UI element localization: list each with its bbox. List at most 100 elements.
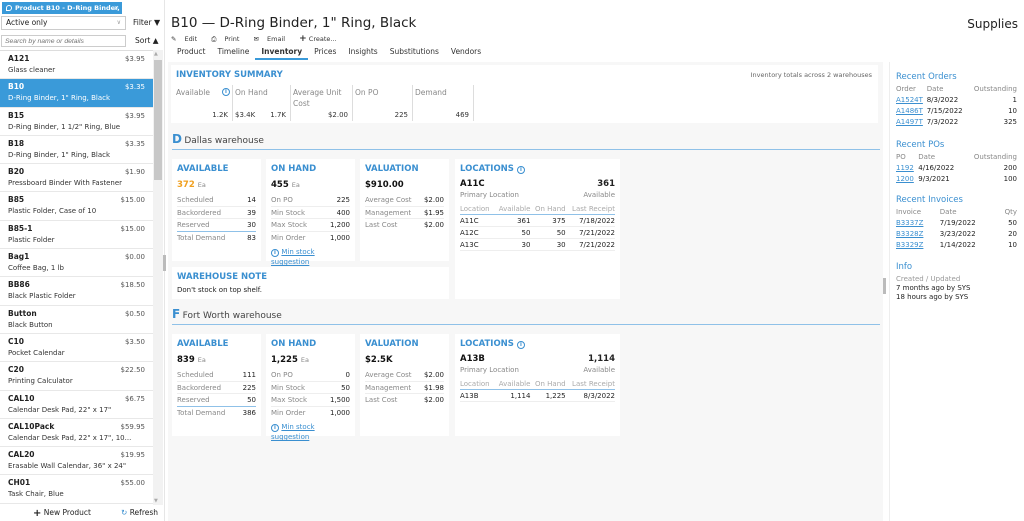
tab-insights[interactable]: Insights	[342, 46, 383, 60]
link-cell: A1497T	[896, 116, 927, 127]
breakdown-value: 50	[247, 396, 256, 404]
product-list-item[interactable]: CAL10Pack $59.95 Calendar Desk Pad, 22" x …	[0, 419, 153, 448]
order-link[interactable]: A1497T	[896, 118, 923, 126]
breakdown-label: Min Order	[271, 408, 306, 417]
product-list-item[interactable]: C10 $3.50 Pocket Calendar	[0, 334, 153, 363]
product-description: Calendar Desk Pad, 22" x 17", 10...	[8, 433, 132, 442]
breakdown-label: Total Demand	[177, 408, 226, 417]
location-row[interactable]: A13C 30 30 7/21/2022	[460, 238, 615, 251]
product-list-item[interactable]: B15 $3.95 D-Ring Binder, 1 1/2" Ring, Blue	[0, 108, 153, 136]
column-header: Outstanding	[973, 85, 1017, 93]
link-cell: A1486T	[896, 105, 927, 116]
product-list-item[interactable]: CH01 $55.00 Task Chair, Blue	[0, 475, 153, 504]
summary-on-hand: On Hand $3.4K 1.7K	[233, 85, 291, 121]
product-list-item[interactable]: Button $0.50 Black Button	[0, 306, 153, 334]
product-tab[interactable]: Product B10 - D-Ring Binder, ... ✕	[2, 2, 122, 14]
invoice-link[interactable]: B3328Z	[896, 230, 923, 238]
table-header-row: PO Date Outstanding	[896, 152, 1017, 162]
product-list-item[interactable]: Bag1 $0.00 Coffee Bag, 1 lb	[0, 249, 153, 278]
new-product-button[interactable]: + New Product	[33, 508, 91, 519]
refresh-button[interactable]: ↻ Refresh	[121, 508, 158, 517]
tab-prices[interactable]: Prices	[308, 46, 342, 60]
info-icon[interactable]: i	[516, 341, 525, 349]
printer-icon: ⎙	[211, 35, 217, 43]
product-list-scrollbar[interactable]: ▲ ▼	[153, 50, 163, 505]
info-icon[interactable]: i	[516, 166, 525, 174]
email-button[interactable]: ✉ Email	[254, 35, 292, 43]
product-list-item[interactable]: C20 $22.50 Printing Calculator	[0, 362, 153, 391]
invoice-link[interactable]: B3329Z	[896, 241, 923, 249]
breakdown-row: Min Stock 400	[271, 207, 350, 219]
search-input[interactable]	[1, 35, 126, 47]
location-cell: A11C	[460, 214, 495, 227]
tab-substitutions[interactable]: Substitutions	[384, 46, 445, 60]
filter-button[interactable]: Filter ▼	[133, 18, 160, 27]
tag-icon	[6, 5, 12, 11]
product-list-item[interactable]: BB86 $18.50 Black Plastic Folder	[0, 277, 153, 306]
info-section: Info Created / Updated 7 months ago by S…	[896, 262, 1017, 301]
breakdown-label: Max Stock	[271, 396, 308, 404]
edit-button[interactable]: ✎ Edit	[171, 35, 203, 43]
product-price: $59.95	[120, 422, 146, 431]
po-link[interactable]: 1200	[896, 175, 914, 183]
breakdown-value: $1.98	[423, 383, 444, 392]
invoice-link[interactable]: B3337Z	[896, 219, 923, 227]
value-cell: 325	[1003, 117, 1017, 126]
product-description: Task Chair, Blue	[8, 490, 64, 499]
order-link[interactable]: A1524T	[896, 96, 923, 104]
product-list-item[interactable]: B10 $3.35 D-Ring Binder, 1" Ring, Black	[0, 79, 153, 108]
status-filter-select[interactable]: Active only ∨	[1, 16, 126, 30]
product-price: $22.50	[120, 366, 146, 375]
summary-available-value: 1.2K	[212, 111, 228, 119]
breakdown-row: Min Order 1,000	[271, 407, 350, 420]
product-list-item[interactable]: B85-1 $15.00 Plastic Folder	[0, 221, 153, 250]
on-hand-value: 455 Ea	[271, 180, 350, 190]
location-row[interactable]: A11C 361 375 7/18/2022	[460, 214, 615, 227]
order-link[interactable]: A1486T	[896, 107, 923, 115]
location-row[interactable]: A12C 50 50 7/21/2022	[460, 226, 615, 239]
close-icon[interactable]: ✕	[114, 2, 119, 14]
summary-available: Available i 1.2K	[174, 85, 233, 121]
tab-vendors[interactable]: Vendors	[445, 46, 487, 60]
po-link[interactable]: 1192	[896, 164, 914, 172]
warehouse-letter: D	[172, 132, 182, 146]
product-price: $3.35	[124, 83, 145, 92]
available-number: 372	[177, 180, 195, 190]
location-cell: 50	[494, 226, 531, 239]
breakdown-label: Scheduled	[177, 371, 214, 379]
breakdown-row: Total Demand 386	[177, 407, 256, 420]
product-description: D-Ring Binder, 1" Ring, Black	[8, 94, 111, 103]
date-cell: 7/15/2022	[926, 106, 963, 115]
panel-splitter-handle[interactable]	[163, 255, 166, 271]
right-panel-splitter-handle[interactable]	[883, 278, 886, 294]
min-stock-suggestion-row: i Min stock suggestion	[271, 422, 350, 441]
breakdown-value: 39	[247, 208, 256, 217]
funnel-icon: ▼	[153, 18, 161, 27]
product-list-item[interactable]: B20 $1.90 Pressboard Binder With Fastener	[0, 164, 153, 193]
tab-inventory[interactable]: Inventory	[255, 46, 309, 60]
sort-button[interactable]: Sort ▲	[135, 36, 159, 45]
created-value: 7 months ago by SYS	[896, 284, 971, 292]
locations-header-row: Location Available On Hand Last Receipt	[460, 379, 615, 390]
tab-timeline[interactable]: Timeline	[211, 46, 255, 60]
product-list-item[interactable]: CAL20 $19.95 Erasable Wall Calendar, 36" x…	[0, 447, 153, 476]
product-list-panel: Product B10 - D-Ring Binder, ... ✕ Activ…	[0, 0, 165, 521]
product-list-item[interactable]: CAL10 $6.75 Calendar Desk Pad, 22" x 17"	[0, 391, 153, 419]
product-list-item[interactable]: B18 $3.35 D-Ring Binder, 1" Ring, Black	[0, 136, 153, 165]
tab-product[interactable]: Product	[171, 46, 211, 60]
locations-card: LOCATIONS i A13B 1,114 Primary Location …	[455, 334, 620, 436]
product-list-item[interactable]: A121 $3.95 Glass cleaner	[0, 51, 153, 80]
scrollbar-thumb[interactable]	[154, 60, 162, 180]
location-cell: 8/3/2022	[565, 389, 615, 402]
info-icon[interactable]: i	[222, 88, 230, 96]
breakdown-row: On PO 0	[271, 369, 350, 382]
column-header: Available	[494, 204, 531, 215]
create-button[interactable]: + Create...	[299, 34, 342, 44]
print-button[interactable]: ⎙ Print	[211, 35, 245, 43]
scroll-up-icon[interactable]: ▲	[154, 51, 158, 57]
summary-on-po: On PO 225	[353, 85, 413, 121]
scroll-down-icon[interactable]: ▼	[154, 498, 158, 504]
product-list-item[interactable]: B85 $15.00 Plastic Folder, Case of 10	[0, 192, 153, 221]
location-row[interactable]: A13B 1,114 1,225 8/3/2022	[460, 389, 615, 402]
breakdown-value: 225	[336, 196, 350, 204]
